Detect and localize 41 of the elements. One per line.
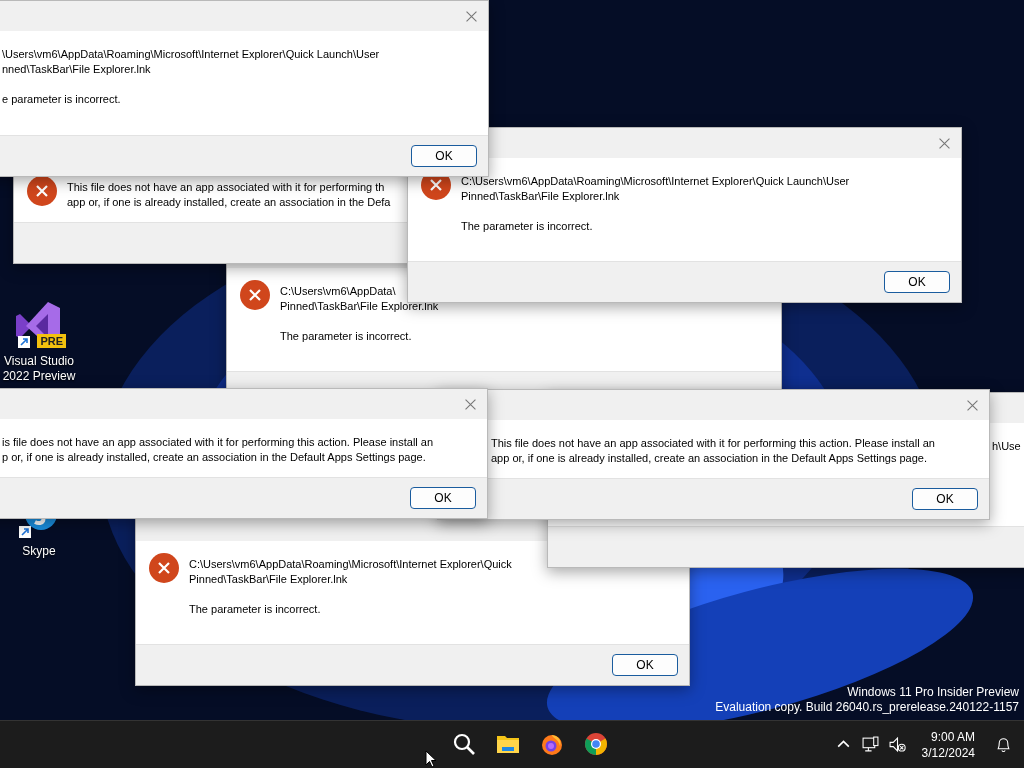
mouse-cursor-icon: [425, 750, 437, 768]
desktop-icon-label[interactable]: Visual Studio 2022 Preview: [1, 354, 77, 384]
message-text: This file does not have an app associated with it for performing this action. Please install an: [491, 436, 935, 451]
message-text: Pinned\TaskBar\File Explorer.lnk: [280, 299, 439, 314]
message-text: app or, if one is already installed, create an association in the Defa: [67, 195, 391, 210]
message-text: The parameter is incorrect.: [461, 219, 593, 234]
message-text: e parameter is incorrect.: [2, 92, 121, 107]
ok-button[interactable]: OK: [612, 654, 678, 676]
notification-bell-icon[interactable]: [995, 736, 1012, 753]
desktop-icon-label[interactable]: Skype: [1, 544, 77, 559]
message-text: This file does not have an app associated with it for performing th: [67, 180, 385, 195]
message-text: p or, if one is already installed, create an association in the Default Apps Settings page.: [2, 450, 426, 465]
error-icon: [240, 280, 270, 310]
watermark-text: Windows 11 Pro Insider Preview: [847, 685, 1019, 700]
ok-button[interactable]: OK: [410, 487, 476, 509]
message-text: C:\Users\vm6\AppData\Roaming\Microsoft\Internet Explorer\Quick: [189, 557, 512, 572]
message-text: Pinned\TaskBar\File Explorer.lnk: [461, 189, 620, 204]
network-icon[interactable]: [861, 736, 879, 753]
search-icon[interactable]: [452, 732, 476, 756]
message-text: app or, if one is already installed, create an association in the Default Apps Settings page.: [491, 451, 927, 466]
ok-button[interactable]: OK: [411, 145, 477, 167]
clock-time[interactable]: 9:00 AM: [930, 728, 975, 745]
ok-button[interactable]: OK: [912, 488, 978, 510]
clock-date[interactable]: 3/12/2024: [921, 744, 975, 761]
ok-button[interactable]: OK: [884, 271, 950, 293]
message-text: C:\Users\vm6\AppData\: [280, 284, 396, 299]
error-icon: [27, 176, 57, 206]
message-text: The parameter is incorrect.: [189, 602, 321, 617]
message-text: is file does not have an app associated with it for performing this action. Please install an: [2, 435, 434, 450]
message-text: C:\Users\vm6\AppData\Roaming\Microsoft\Internet Explorer\Quick Launch\User: [461, 174, 850, 189]
message-text: Pinned\TaskBar\File Explorer.lnk: [189, 572, 348, 587]
message-text: The parameter is incorrect.: [280, 329, 412, 344]
error-icon: [149, 553, 179, 583]
speaker-muted-icon[interactable]: [888, 736, 906, 753]
chrome-icon[interactable]: [584, 732, 608, 756]
message-text: \Users\vm6\AppData\Roaming\Microsoft\Internet Explorer\Quick Launch\User: [2, 47, 380, 62]
firefox-icon[interactable]: [540, 732, 564, 756]
preview-badge: PRE: [37, 334, 66, 348]
watermark-text: Evaluation copy. Build 26040.rs_prerelease.240122-1157: [715, 700, 1019, 715]
message-text: h\Use: [992, 439, 1021, 454]
message-text: nned\TaskBar\File Explorer.lnk: [2, 62, 151, 77]
